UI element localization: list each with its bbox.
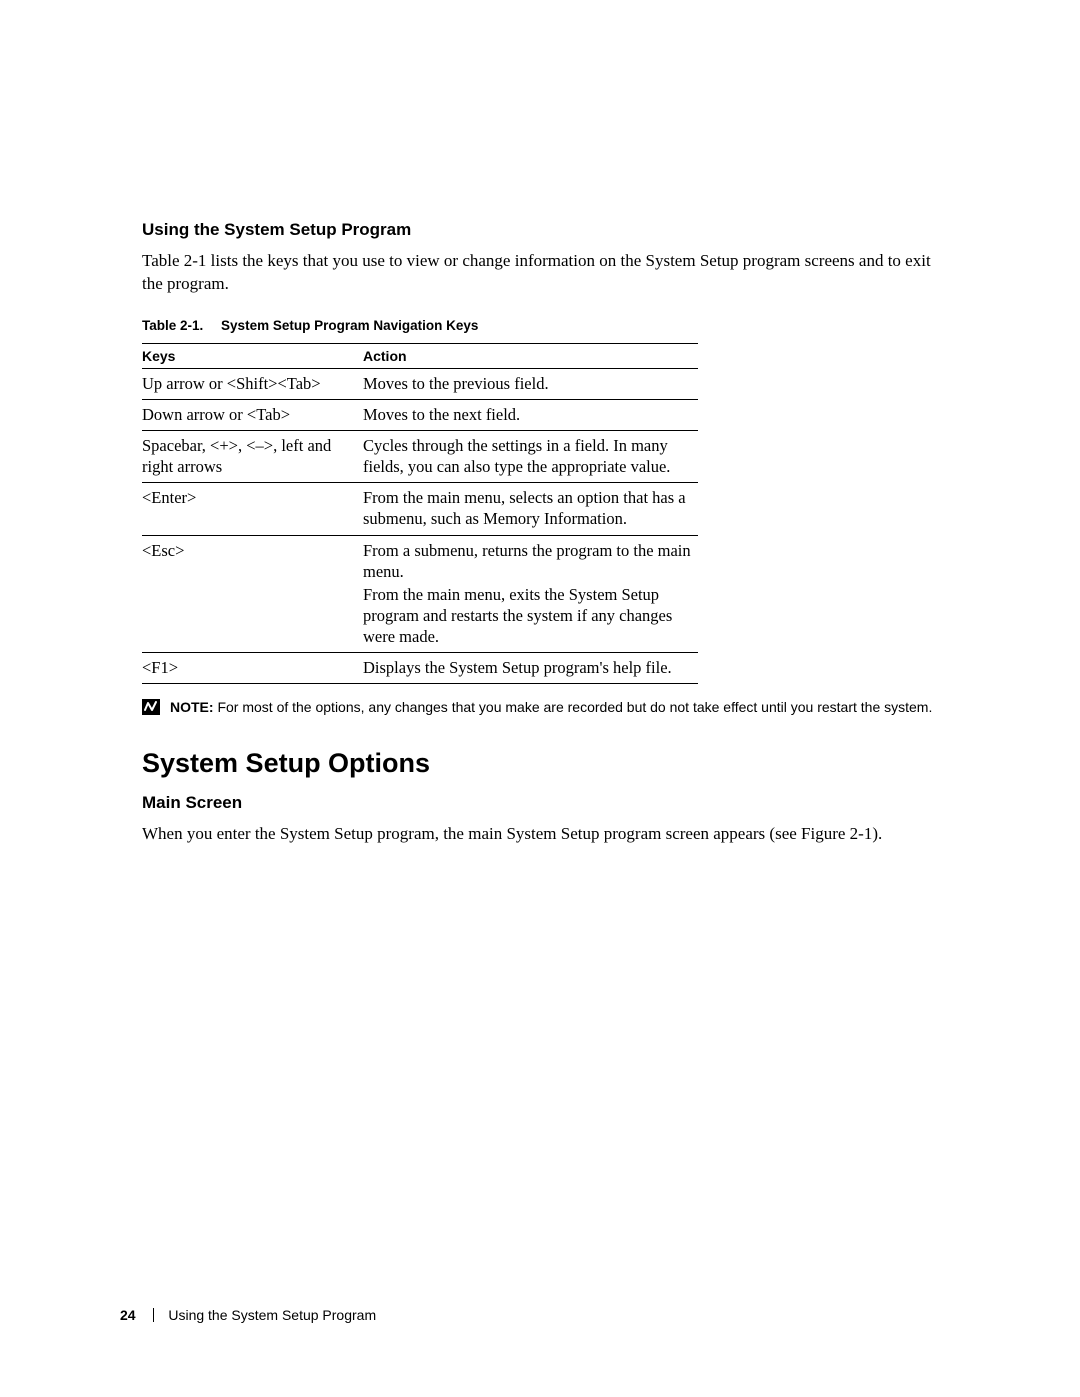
note-label: NOTE:	[170, 699, 214, 715]
table-row: Spacebar, <+>, <–>, left and right arrow…	[142, 431, 698, 483]
heading-using-program: Using the System Setup Program	[142, 220, 938, 240]
cell-action: Moves to the previous field.	[363, 368, 698, 399]
table-row: <Enter> From the main menu, selects an o…	[142, 483, 698, 535]
subheading-main-screen: Main Screen	[142, 793, 938, 813]
table-header-row: Keys Action	[142, 343, 698, 368]
footer-title: Using the System Setup Program	[168, 1307, 376, 1323]
cell-keys: Spacebar, <+>, <–>, left and right arrow…	[142, 431, 363, 483]
cell-keys: <Enter>	[142, 483, 363, 535]
table-row: <Esc> From a submenu, returns the progra…	[142, 535, 698, 653]
intro-paragraph: Table 2-1 lists the keys that you use to…	[142, 250, 938, 296]
cell-action-line2: From the main menu, exits the System Set…	[363, 584, 692, 647]
section-system-setup-options: System Setup Options Main Screen When yo…	[142, 748, 938, 846]
cell-keys: <F1>	[142, 653, 363, 684]
column-header-keys: Keys	[142, 343, 363, 368]
main-screen-paragraph: When you enter the System Setup program,…	[142, 823, 938, 846]
footer-divider	[153, 1308, 154, 1322]
page-footer: 24 Using the System Setup Program	[120, 1307, 376, 1323]
cell-action-line1: From a submenu, returns the program to t…	[363, 540, 692, 582]
table-caption-title: System Setup Program Navigation Keys	[221, 318, 478, 333]
document-page: Using the System Setup Program Table 2-1…	[0, 0, 1080, 1397]
table-row: <F1> Displays the System Setup program's…	[142, 653, 698, 684]
note-text: NOTE: For most of the options, any chang…	[170, 698, 932, 717]
cell-keys: <Esc>	[142, 535, 363, 653]
column-header-action: Action	[363, 343, 698, 368]
note-body: For most of the options, any changes tha…	[214, 699, 933, 715]
cell-action: From a submenu, returns the program to t…	[363, 535, 698, 653]
cell-keys: Down arrow or <Tab>	[142, 399, 363, 430]
table-caption-number: Table 2-1.	[142, 318, 203, 333]
cell-action: Displays the System Setup program's help…	[363, 653, 698, 684]
note-icon	[142, 699, 160, 720]
heading-system-setup-options: System Setup Options	[142, 748, 938, 779]
table-caption: Table 2-1. System Setup Program Navigati…	[142, 318, 938, 333]
cell-keys: Up arrow or <Shift><Tab>	[142, 368, 363, 399]
cell-action: Cycles through the settings in a field. …	[363, 431, 698, 483]
table-row: Up arrow or <Shift><Tab> Moves to the pr…	[142, 368, 698, 399]
cell-action: From the main menu, selects an option th…	[363, 483, 698, 535]
page-number: 24	[120, 1307, 136, 1323]
section-using-system-setup: Using the System Setup Program Table 2-1…	[142, 220, 938, 296]
cell-action: Moves to the next field.	[363, 399, 698, 430]
navigation-keys-table: Keys Action Up arrow or <Shift><Tab> Mov…	[142, 343, 698, 684]
table-row: Down arrow or <Tab> Moves to the next fi…	[142, 399, 698, 430]
note-block: NOTE: For most of the options, any chang…	[142, 698, 938, 720]
